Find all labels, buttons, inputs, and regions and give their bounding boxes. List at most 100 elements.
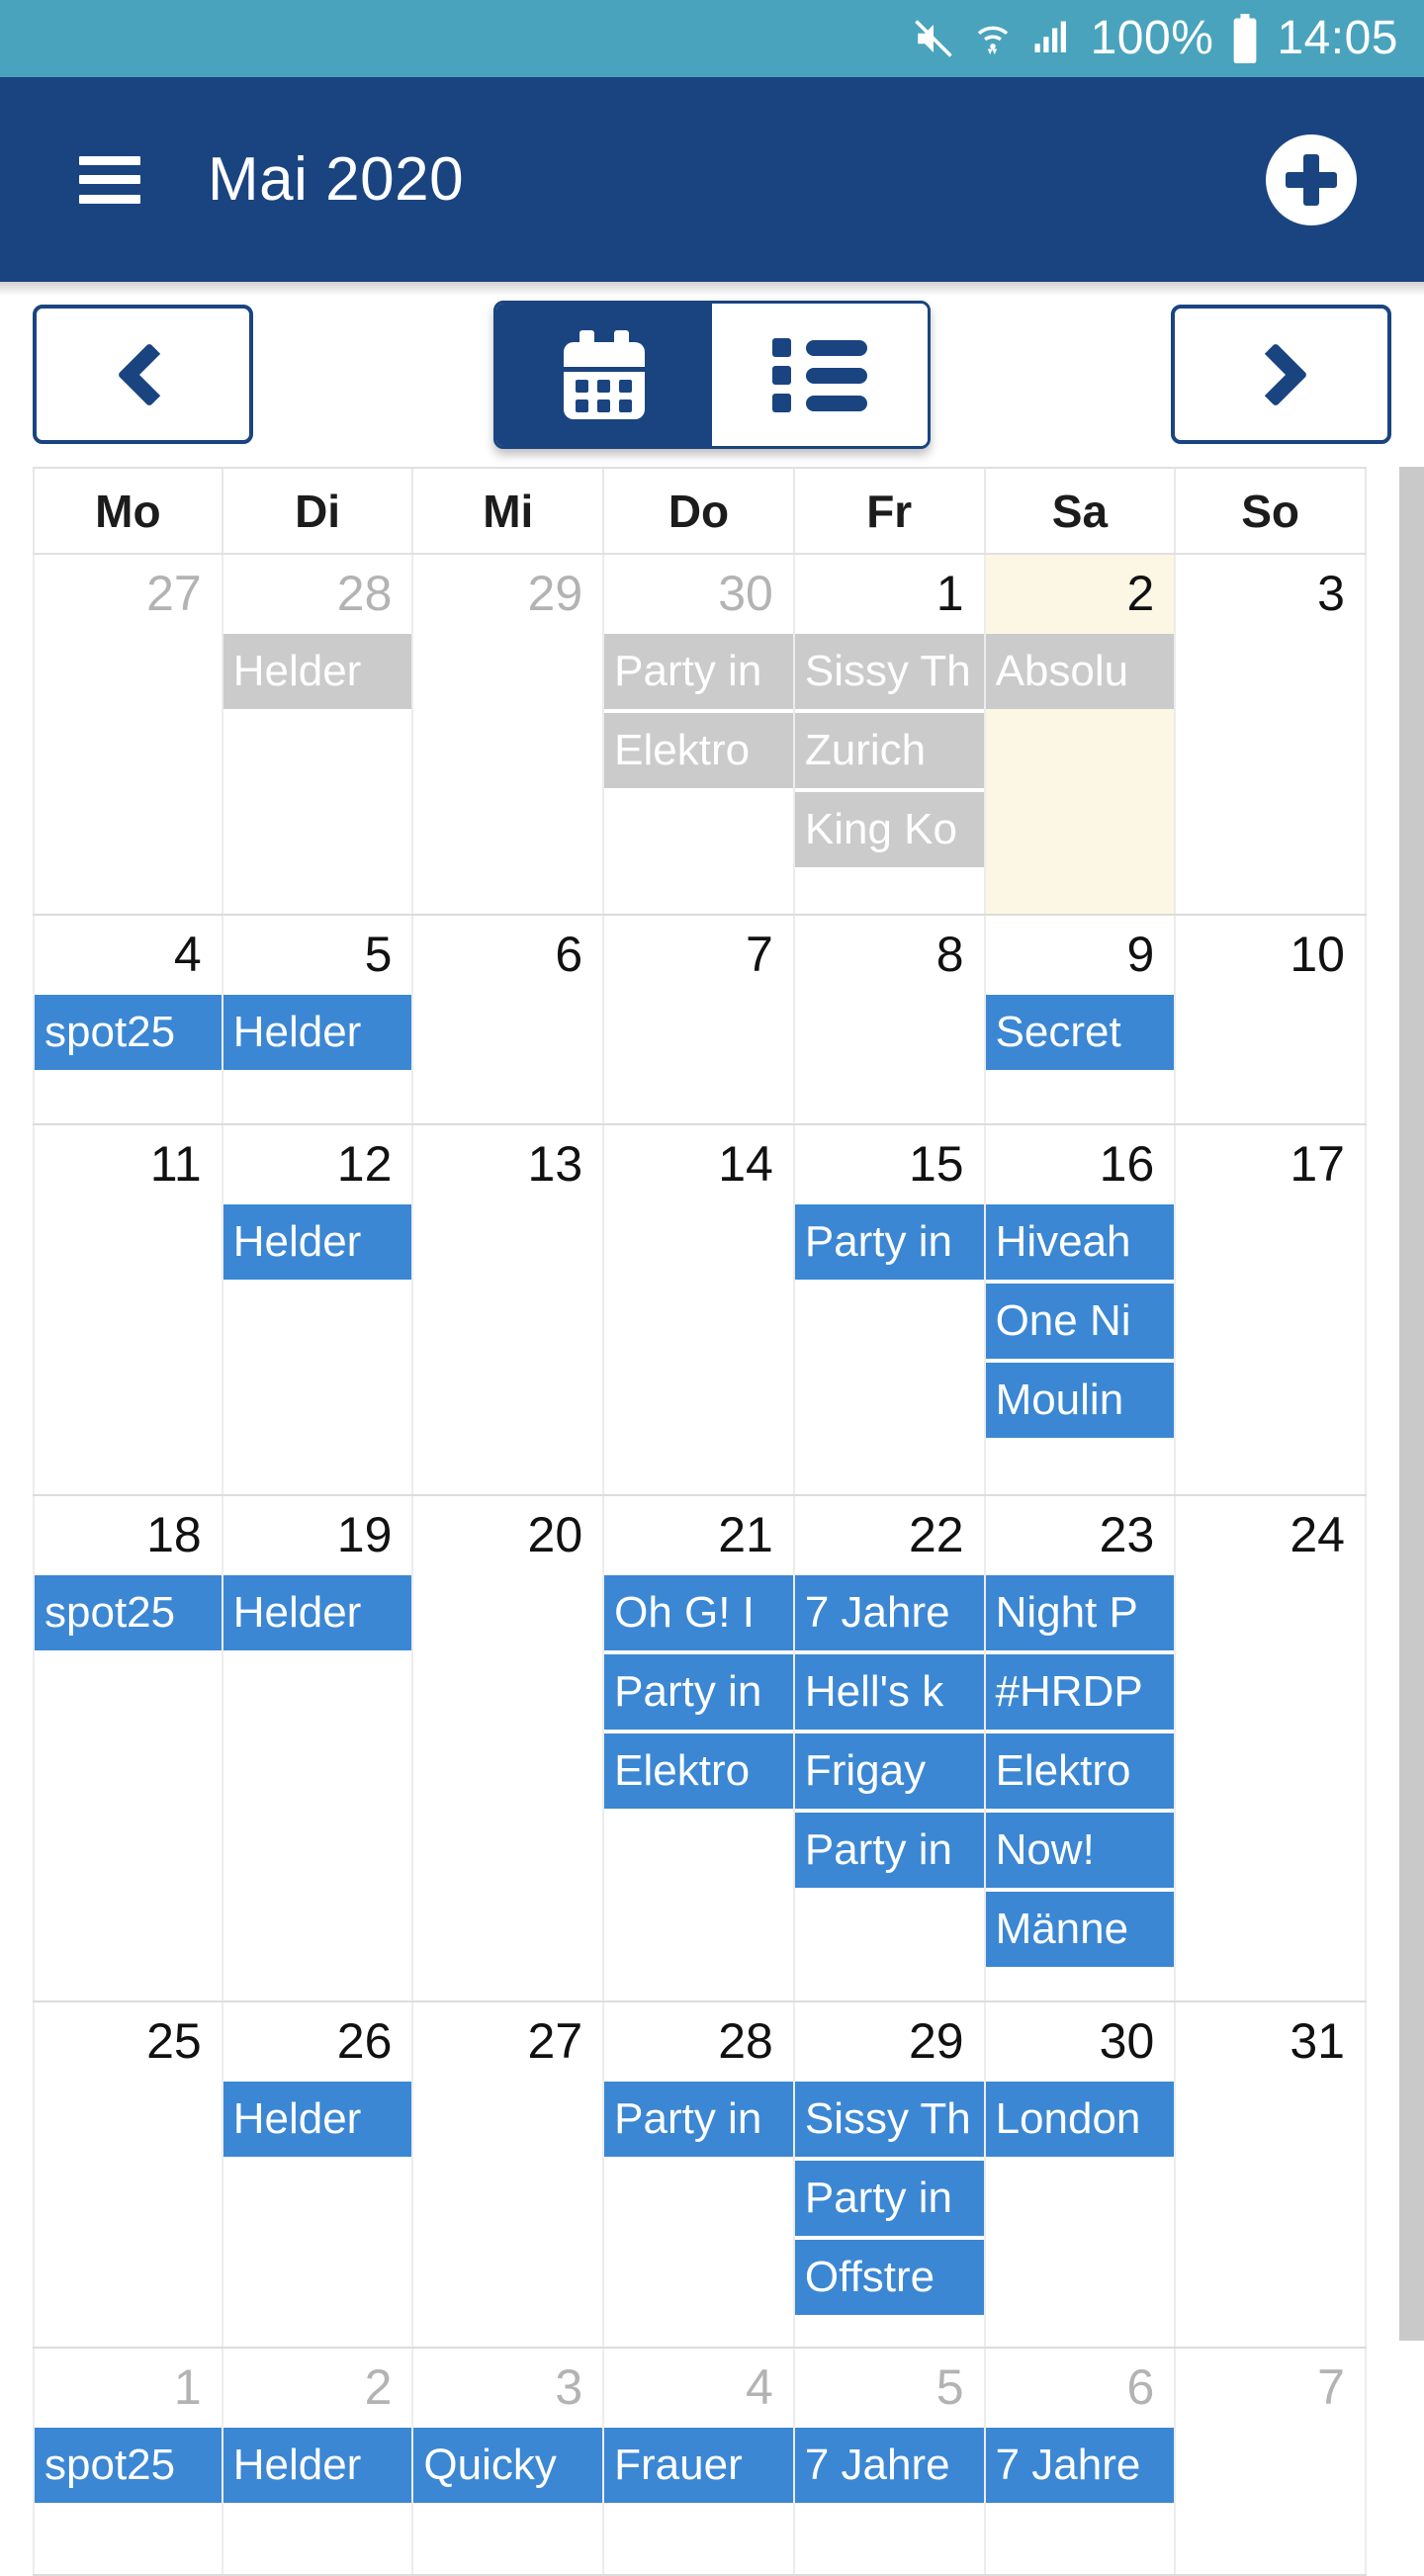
event-chip[interactable]: Helder [222, 1575, 412, 1650]
event-chip[interactable]: Helder [222, 2082, 412, 2157]
calendar-day-cell[interactable]: 21 Oh G! I Party in Elektro [604, 1496, 795, 2000]
calendar-day-cell[interactable]: 30 Party in Elektro [604, 555, 795, 914]
calendar-day-cell[interactable]: 20 [413, 1496, 605, 2000]
event-chip[interactable]: Helder [222, 634, 412, 709]
day-number: 18 [146, 1507, 202, 1562]
event-chip[interactable]: spot25 [35, 995, 222, 1070]
event-chip[interactable]: Oh G! I [604, 1575, 793, 1650]
event-chip[interactable]: Party in [794, 1813, 984, 1888]
calendar-day-cell[interactable]: 10 [1176, 916, 1367, 1123]
calendar-day-cell[interactable]: 1 Sissy Th Zurich King Ko [794, 555, 986, 914]
calendar-day-cell[interactable]: 29 [413, 555, 605, 914]
calendar-day-cell[interactable]: 25 [33, 2002, 223, 2347]
calendar-day-cell[interactable]: 2 Helder [222, 2349, 414, 2574]
calendar-day-cell[interactable]: 7 [604, 916, 795, 1123]
previous-month-button[interactable] [33, 305, 253, 444]
event-chip[interactable]: Hiveah [985, 1204, 1175, 1280]
next-month-button[interactable] [1171, 305, 1391, 444]
event-chip[interactable]: Sissy Th [794, 634, 984, 709]
event-chip[interactable]: Helder [222, 995, 412, 1070]
calendar-day-cell[interactable]: 8 [795, 916, 986, 1123]
event-chip[interactable]: London [985, 2082, 1175, 2157]
event-chip[interactable]: Quicky [413, 2428, 603, 2503]
event-chip[interactable]: King Ko [794, 792, 984, 867]
calendar-day-cell[interactable]: 31 [1176, 2002, 1367, 2347]
event-chip[interactable]: Hell's k [794, 1654, 984, 1730]
calendar-day-cell[interactable]: 3 Quicky [413, 2349, 605, 2574]
event-chip[interactable]: Elektro [604, 713, 793, 788]
event-chip[interactable]: spot25 [35, 2428, 222, 2503]
event-chip[interactable]: Frigay [794, 1733, 984, 1809]
event-chip[interactable]: Now! [985, 1813, 1175, 1888]
weekday-header-do: Do [604, 469, 795, 553]
calendar-day-cell[interactable]: 1 spot25 [33, 2349, 223, 2574]
event-chip[interactable]: Helder [222, 1204, 412, 1280]
calendar-day-cell[interactable]: 6 [413, 916, 605, 1123]
event-chip[interactable]: Party in [604, 634, 793, 709]
event-chip[interactable]: Party in [604, 2082, 793, 2157]
calendar-day-cell[interactable]: 15 Party in [794, 1125, 986, 1494]
event-chip-list: Sissy Th Party in Offstre [794, 2082, 984, 2315]
event-chip[interactable]: Moulin [985, 1363, 1175, 1438]
calendar-day-cell[interactable]: 29 Sissy Th Party in Offstre [794, 2002, 986, 2347]
event-chip[interactable]: Secret [985, 995, 1175, 1070]
event-chip[interactable]: Night P [985, 1575, 1175, 1650]
calendar-day-cell[interactable]: 3 [1176, 555, 1367, 914]
weekday-header-row: Mo Di Mi Do Fr Sa So [33, 467, 1367, 555]
calendar-day-cell[interactable]: 28 Party in [604, 2002, 795, 2347]
calendar-day-cell[interactable]: 4 spot25 [33, 916, 223, 1123]
day-number: 5 [935, 2359, 964, 2415]
vertical-scrollbar[interactable] [1399, 467, 1424, 2341]
event-chip[interactable]: Frauer [604, 2428, 793, 2503]
day-number: 29 [908, 2013, 964, 2069]
calendar-day-cell[interactable]: 23 Night P #HRDP Elektro Now! Männe [985, 1496, 1177, 2000]
calendar-day-cell[interactable]: 16 Hiveah One Ni Moulin [985, 1125, 1177, 1494]
event-chip[interactable]: Elektro [985, 1733, 1175, 1809]
event-chip[interactable]: spot25 [35, 1575, 222, 1650]
event-chip[interactable]: Sissy Th [794, 2082, 984, 2157]
calendar-day-cell[interactable]: 22 7 Jahre Hell's k Frigay Party in [794, 1496, 986, 2000]
calendar-day-cell[interactable]: 2 Absolu [985, 555, 1177, 914]
event-chip[interactable]: Helder [222, 2428, 412, 2503]
calendar-day-cell[interactable]: 11 [33, 1125, 223, 1494]
calendar-day-cell[interactable]: 27 [33, 555, 223, 914]
event-chip[interactable]: Elektro [604, 1733, 793, 1809]
event-chip[interactable]: Männe [985, 1892, 1175, 1967]
calendar-day-cell[interactable]: 26 Helder [222, 2002, 414, 2347]
calendar-day-cell[interactable]: 7 [1176, 2349, 1367, 2574]
calendar-day-cell[interactable]: 9 Secret [985, 916, 1177, 1123]
calendar-day-cell[interactable]: 27 [413, 2002, 605, 2347]
event-chip[interactable]: #HRDP [985, 1654, 1175, 1730]
event-chip[interactable]: Party in [794, 2161, 984, 2236]
calendar-day-cell[interactable]: 14 [604, 1125, 795, 1494]
calendar-day-cell[interactable]: 4 Frauer [604, 2349, 795, 2574]
calendar-day-cell[interactable]: 19 Helder [222, 1496, 414, 2000]
calendar-day-cell[interactable]: 30 London [985, 2002, 1177, 2347]
calendar-day-cell[interactable]: 13 [413, 1125, 605, 1494]
day-number: 14 [718, 1136, 773, 1192]
event-chip[interactable]: Party in [794, 1204, 984, 1280]
calendar-day-cell[interactable]: 24 [1176, 1496, 1367, 2000]
calendar-day-cell[interactable]: 5 7 Jahre [794, 2349, 986, 2574]
calendar-day-cell[interactable]: 28 Helder [222, 555, 414, 914]
event-chip[interactable]: Absolu [985, 634, 1175, 709]
event-chip[interactable]: 7 Jahre [794, 2428, 984, 2503]
calendar-day-cell[interactable]: 17 [1176, 1125, 1367, 1494]
event-chip[interactable]: Zurich [794, 713, 984, 788]
event-chip[interactable]: 7 Jahre [794, 1575, 984, 1650]
calendar-day-cell[interactable]: 5 Helder [222, 916, 414, 1123]
add-event-button[interactable] [1266, 133, 1357, 225]
calendar-day-cell[interactable]: 12 Helder [222, 1125, 414, 1494]
calendar-day-cell[interactable]: 6 7 Jahre [985, 2349, 1177, 2574]
event-chip[interactable]: Offstre [794, 2240, 984, 2315]
day-number: 10 [1290, 927, 1345, 982]
event-chip[interactable]: One Ni [985, 1284, 1175, 1359]
calendar-day-cell[interactable]: 18 spot25 [33, 1496, 223, 2000]
event-chip[interactable]: Party in [604, 1654, 793, 1730]
day-number: 27 [146, 566, 202, 621]
event-chip-list: spot25 [35, 1575, 222, 1650]
hamburger-menu-icon[interactable] [79, 155, 140, 204]
tab-list-view[interactable] [712, 303, 928, 446]
event-chip[interactable]: 7 Jahre [985, 2428, 1175, 2503]
tab-calendar-view[interactable] [496, 303, 712, 446]
